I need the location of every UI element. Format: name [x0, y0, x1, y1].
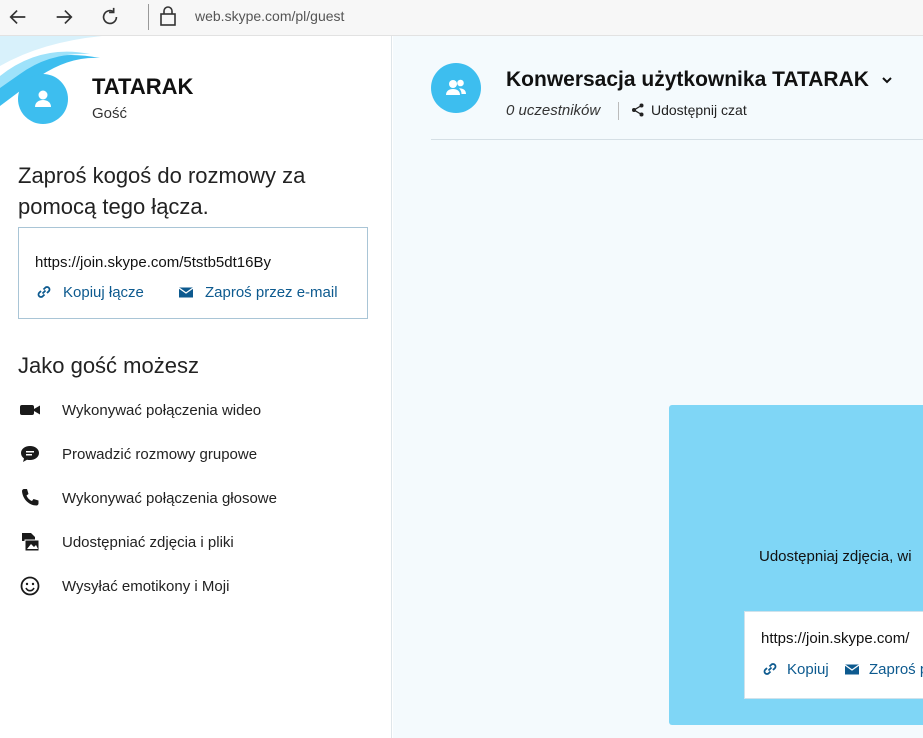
header-divider — [431, 139, 923, 140]
email-invite-label: Zaproś przez e-mail — [205, 283, 338, 301]
video-camera-icon — [20, 405, 40, 415]
invite-link-box: https://join.skype.com/5tstb5dt16By Kopi… — [18, 227, 368, 319]
forward-button[interactable] — [50, 4, 78, 30]
envelope-icon — [178, 287, 194, 298]
phone-icon — [22, 489, 39, 506]
invite-heading: Zaproś kogoś do rozmowy za pomocą tego ł… — [18, 163, 306, 219]
user-role: Gość — [92, 105, 128, 122]
guest-sidebar: TATARAK Gość Zaproś kogoś do rozmowy za … — [0, 36, 392, 738]
forward-arrow-icon — [56, 9, 73, 25]
feature-share-files: Udostępniać zdjęcia i pliki — [18, 530, 234, 554]
feature-video-calls: Wykonywać połączenia wideo — [18, 398, 261, 422]
user-avatar[interactable] — [18, 74, 68, 124]
feature-label: Wysyłać emotikony i Moji — [62, 577, 230, 595]
person-icon — [35, 90, 51, 107]
email-invite-button[interactable]: Zaproś przez e-mail — [177, 283, 338, 301]
feature-label: Udostępniać zdjęcia i pliki — [62, 533, 234, 551]
card-invite-label: Zaproś p — [869, 660, 923, 678]
link-icon — [763, 663, 777, 675]
feature-label: Wykonywać połączenia wideo — [62, 401, 262, 419]
group-avatar[interactable] — [431, 63, 481, 113]
toolbar-separator — [148, 4, 149, 30]
copy-link-label: Kopiuj łącze — [63, 283, 144, 301]
chevron-down-icon[interactable] — [879, 72, 895, 88]
invite-link-text[interactable]: https://join.skype.com/5tstb5dt16By — [35, 254, 271, 271]
browser-toolbar: web.skype.com/pl/guest — [0, 0, 923, 36]
feature-group-chats: Prowadzić rozmowy grupowe — [18, 442, 257, 466]
card-copy-button[interactable]: Kopiuj — [761, 660, 829, 678]
share-icon — [632, 103, 644, 117]
envelope-icon — [844, 664, 860, 675]
feature-label: Prowadzić rozmowy grupowe — [62, 445, 258, 463]
conversation-pane: Konwersacja użytkownika TATARAK 0 uczest… — [393, 36, 923, 738]
refresh-button[interactable] — [96, 4, 124, 30]
lock-icon — [160, 6, 176, 26]
link-icon — [37, 286, 51, 298]
user-name: TATARAK — [92, 74, 194, 99]
address-bar[interactable]: web.skype.com/pl/guest — [195, 8, 344, 24]
refresh-icon — [102, 7, 118, 25]
back-arrow-icon — [9, 9, 26, 25]
participants-count[interactable]: 0 uczestników — [506, 102, 600, 119]
back-button[interactable] — [4, 4, 32, 30]
feature-label: Wykonywać połączenia głosowe — [62, 489, 277, 507]
welcome-card: Udostępniaj zdjęcia, wi https://join.sky… — [669, 405, 923, 725]
chat-bubble-icon — [21, 446, 39, 462]
welcome-card-link-box: https://join.skype.com/ Kopiuj Zaproś p — [744, 611, 923, 699]
feature-voice-calls: Wykonywać połączenia głosowe — [18, 486, 277, 510]
group-icon — [446, 79, 466, 95]
welcome-card-link[interactable]: https://join.skype.com/ — [761, 630, 909, 647]
card-invite-button[interactable]: Zaproś p — [843, 660, 923, 678]
share-chat-button[interactable]: Udostępnij czat — [631, 102, 747, 118]
conversation-title[interactable]: Konwersacja użytkownika TATARAK — [506, 68, 869, 92]
copy-link-button[interactable]: Kopiuj łącze — [35, 283, 144, 301]
card-copy-label: Kopiuj — [787, 660, 829, 678]
photo-file-icon — [22, 533, 40, 552]
share-chat-label: Udostępnij czat — [651, 102, 747, 118]
smiley-icon — [20, 576, 40, 596]
welcome-card-text: Udostępniaj zdjęcia, wi — [759, 548, 912, 565]
feature-emoticons: Wysyłać emotikony i Moji — [18, 574, 229, 598]
meta-separator — [618, 102, 619, 120]
guest-capabilities-heading: Jako gość możesz — [18, 353, 199, 378]
